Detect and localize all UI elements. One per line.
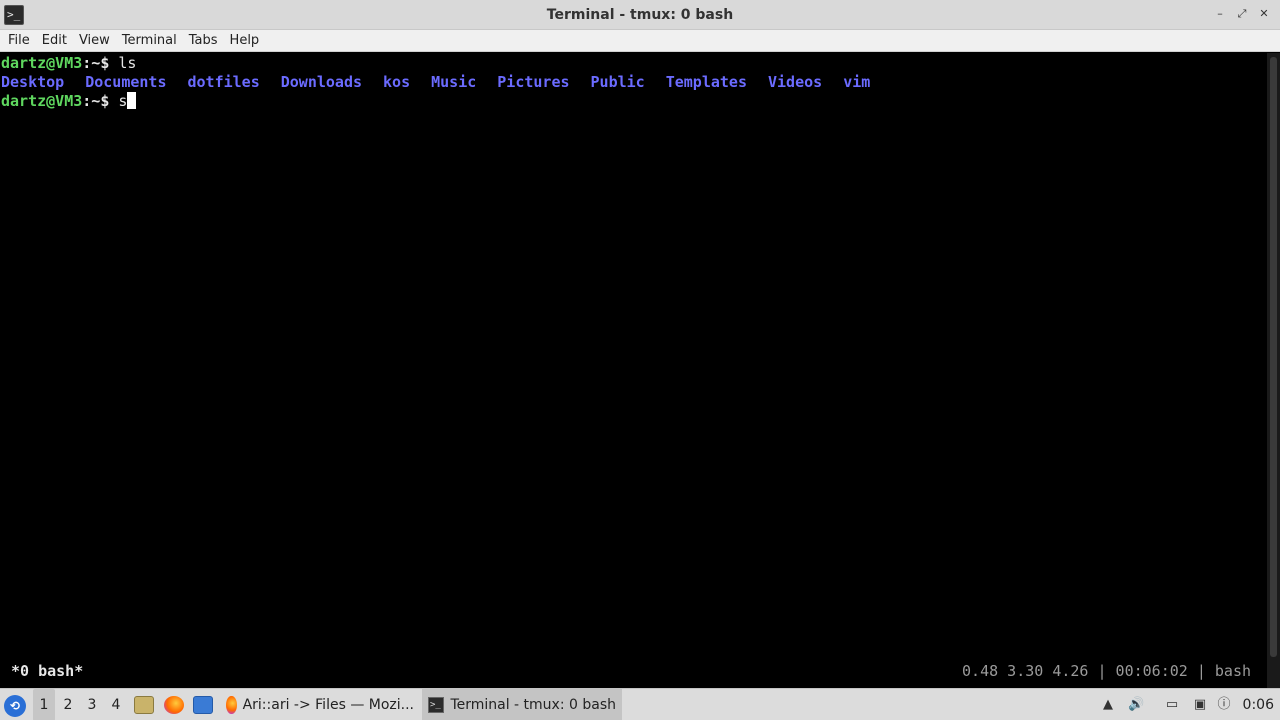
firefox-icon [226, 696, 237, 714]
network-icon[interactable]: ▣ [1192, 697, 1208, 713]
clipboard-icon[interactable]: ▭ [1164, 697, 1180, 713]
text-cursor [127, 92, 137, 109]
task-label: Terminal - tmux: 0 bash [450, 697, 616, 713]
tmux-status-right: 0.48 3.30 4.26 | 00:06:02 | bash [962, 662, 1251, 680]
menu-file[interactable]: File [2, 31, 36, 51]
menu-terminal[interactable]: Terminal [116, 31, 183, 51]
window-title: Terminal - tmux: 0 bash [546, 7, 734, 23]
close-button[interactable]: ✕ [1256, 6, 1272, 22]
workspace-2[interactable]: 2 [57, 689, 79, 720]
terminal-output[interactable]: dartz@VM3:~$ ls Desktop Documents dotfiles… [0, 53, 1267, 688]
prompt-user: dartz@VM3 [1, 92, 83, 110]
dir-entry: vim [843, 73, 871, 91]
file-manager-launcher-icon[interactable] [134, 696, 154, 714]
prompt-user: dartz@VM3 [1, 54, 83, 72]
tmux-status-bar: *0 bash* 0.48 3.30 4.26 | 00:06:02 | bas… [0, 661, 1267, 681]
dir-entry: Pictures [497, 73, 570, 91]
workspace-4[interactable]: 4 [105, 689, 127, 720]
dir-entry: Desktop [1, 73, 65, 91]
task-label: Ari::ari -> Files — Mozi... [242, 697, 414, 713]
dir-entry: Templates [665, 73, 747, 91]
minimize-button[interactable]: – [1212, 6, 1228, 22]
tmux-window-list: *0 bash* [11, 662, 84, 680]
prompt-symbol: :~$ [82, 92, 110, 110]
task-firefox[interactable]: Ari::ari -> Files — Mozi... [220, 689, 420, 720]
desktop-launcher-icon[interactable] [193, 696, 213, 714]
menu-view[interactable]: View [73, 31, 116, 51]
dir-entry: Music [431, 73, 477, 91]
taskbar: ⟲ 1 2 3 4 Ari::ari -> Files — Mozi... >_… [0, 688, 1280, 720]
scrollbar-thumb[interactable] [1270, 57, 1277, 657]
terminal-line: dartz@VM3:~$ s [1, 92, 137, 111]
command-text: ls [118, 54, 137, 72]
upload-icon[interactable]: ▲ [1100, 697, 1116, 713]
terminal-line: dartz@VM3:~$ ls [1, 54, 136, 73]
ls-output: Desktop Documents dotfiles Downloads kos Musi… [1, 73, 891, 92]
task-terminal[interactable]: >_ Terminal - tmux: 0 bash [422, 689, 622, 720]
menu-help[interactable]: Help [224, 31, 266, 51]
window-titlebar[interactable]: >_ Terminal - tmux: 0 bash – ⤢ ✕ [0, 0, 1280, 30]
start-menu-icon[interactable]: ⟲ [4, 695, 26, 717]
dir-entry: kos [383, 73, 411, 91]
dir-entry: Videos [768, 73, 823, 91]
workspace-3[interactable]: 3 [81, 689, 103, 720]
clock[interactable]: 0:06 [1243, 689, 1274, 720]
dir-entry: dotfiles [187, 73, 260, 91]
dir-entry: Public [590, 73, 645, 91]
terminal-icon: >_ [428, 697, 445, 713]
menu-edit[interactable]: Edit [36, 31, 73, 51]
notification-icon[interactable]: ⓘ [1216, 697, 1232, 713]
prompt-symbol: :~$ [82, 54, 110, 72]
terminal-scrollbar[interactable] [1267, 53, 1280, 688]
menu-tabs[interactable]: Tabs [183, 31, 224, 51]
dir-entry: Documents [85, 73, 167, 91]
firefox-launcher-icon[interactable] [164, 696, 184, 714]
command-text: s [118, 92, 128, 110]
volume-icon[interactable]: 🔊 [1128, 697, 1144, 713]
dir-entry: Downloads [280, 73, 363, 91]
workspace-1[interactable]: 1 [33, 689, 55, 720]
menubar: File Edit View Terminal Tabs Help [0, 30, 1280, 52]
maximize-button[interactable]: ⤢ [1234, 6, 1250, 22]
